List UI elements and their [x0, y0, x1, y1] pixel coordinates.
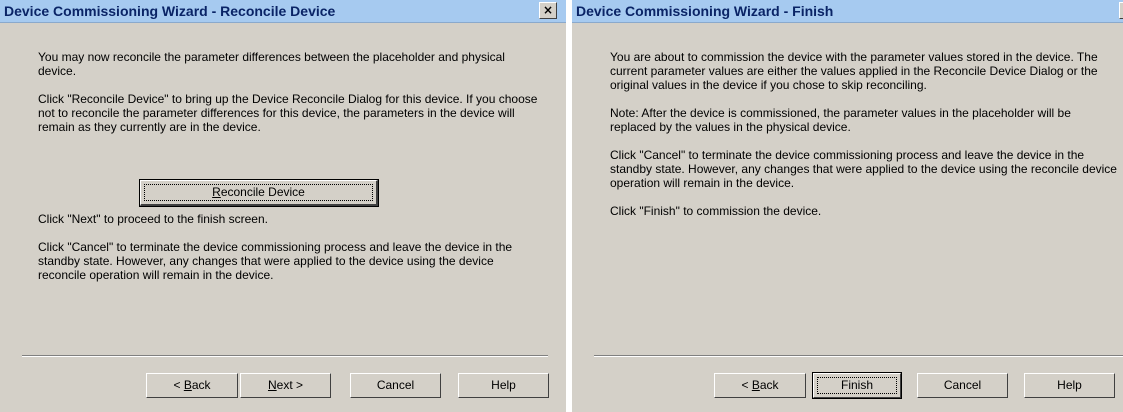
back-button[interactable]: < Back	[714, 373, 806, 398]
help-button[interactable]: Help	[1024, 373, 1115, 398]
back-button[interactable]: < Back	[146, 373, 238, 398]
finish-button[interactable]: Finish	[812, 372, 902, 399]
back-label: ack	[759, 378, 779, 392]
cancel-button[interactable]: Cancel	[917, 373, 1008, 398]
cancel-instructions: Click "Cancel" to terminate the device c…	[38, 240, 513, 282]
next-button[interactable]: Next >	[240, 373, 331, 398]
title-bar[interactable]: Device Commissioning Wizard - Reconcile …	[0, 0, 566, 23]
intro-text: You may now reconcile the parameter diff…	[38, 50, 505, 78]
dialog-content: You may now reconcile the parameter diff…	[38, 50, 538, 282]
next-instructions: Click "Next" to proceed to the finish sc…	[38, 212, 268, 226]
help-label: Help	[491, 378, 516, 392]
finish-instructions: Click "Finish" to commission the device.	[610, 204, 822, 218]
focus-rect	[144, 184, 373, 201]
dialog-title: Device Commissioning Wizard - Finish	[576, 3, 834, 19]
finish-dialog: Device Commissioning Wizard - Finish × Y…	[572, 0, 1123, 412]
cancel-button[interactable]: Cancel	[350, 373, 441, 398]
back-mnemonic: B	[183, 378, 192, 392]
back-label: ack	[191, 378, 211, 392]
dialog-title: Device Commissioning Wizard - Reconcile …	[4, 3, 336, 19]
help-label: Help	[1057, 378, 1082, 392]
back-prefix: <	[741, 378, 752, 392]
next-mnemonic: N	[267, 378, 277, 392]
back-prefix: <	[173, 378, 184, 392]
reconcile-instructions: Click "Reconcile Device" to bring up the…	[38, 92, 538, 134]
help-button[interactable]: Help	[458, 373, 549, 398]
dialog-content: You are about to commission the device w…	[610, 50, 1118, 218]
intro-text: You are about to commission the device w…	[610, 50, 1098, 92]
next-label: ext >	[276, 378, 304, 392]
close-button[interactable]: ×	[539, 2, 557, 19]
reconcile-device-dialog: Device Commissioning Wizard - Reconcile …	[0, 0, 566, 412]
focus-rect	[817, 377, 897, 394]
close-button[interactable]: ×	[1119, 2, 1123, 19]
back-mnemonic: B	[751, 378, 760, 392]
cancel-instructions: Click "Cancel" to terminate the device c…	[610, 148, 1117, 190]
separator	[22, 355, 548, 357]
reconcile-device-button[interactable]: Reconcile Device	[139, 179, 379, 207]
close-icon: ×	[542, 3, 554, 17]
note-text: Note: After the device is commissioned, …	[610, 106, 1071, 134]
separator	[594, 355, 1123, 357]
title-bar[interactable]: Device Commissioning Wizard - Finish ×	[572, 0, 1123, 23]
cancel-label: Cancel	[943, 378, 982, 392]
cancel-label: Cancel	[376, 378, 415, 392]
